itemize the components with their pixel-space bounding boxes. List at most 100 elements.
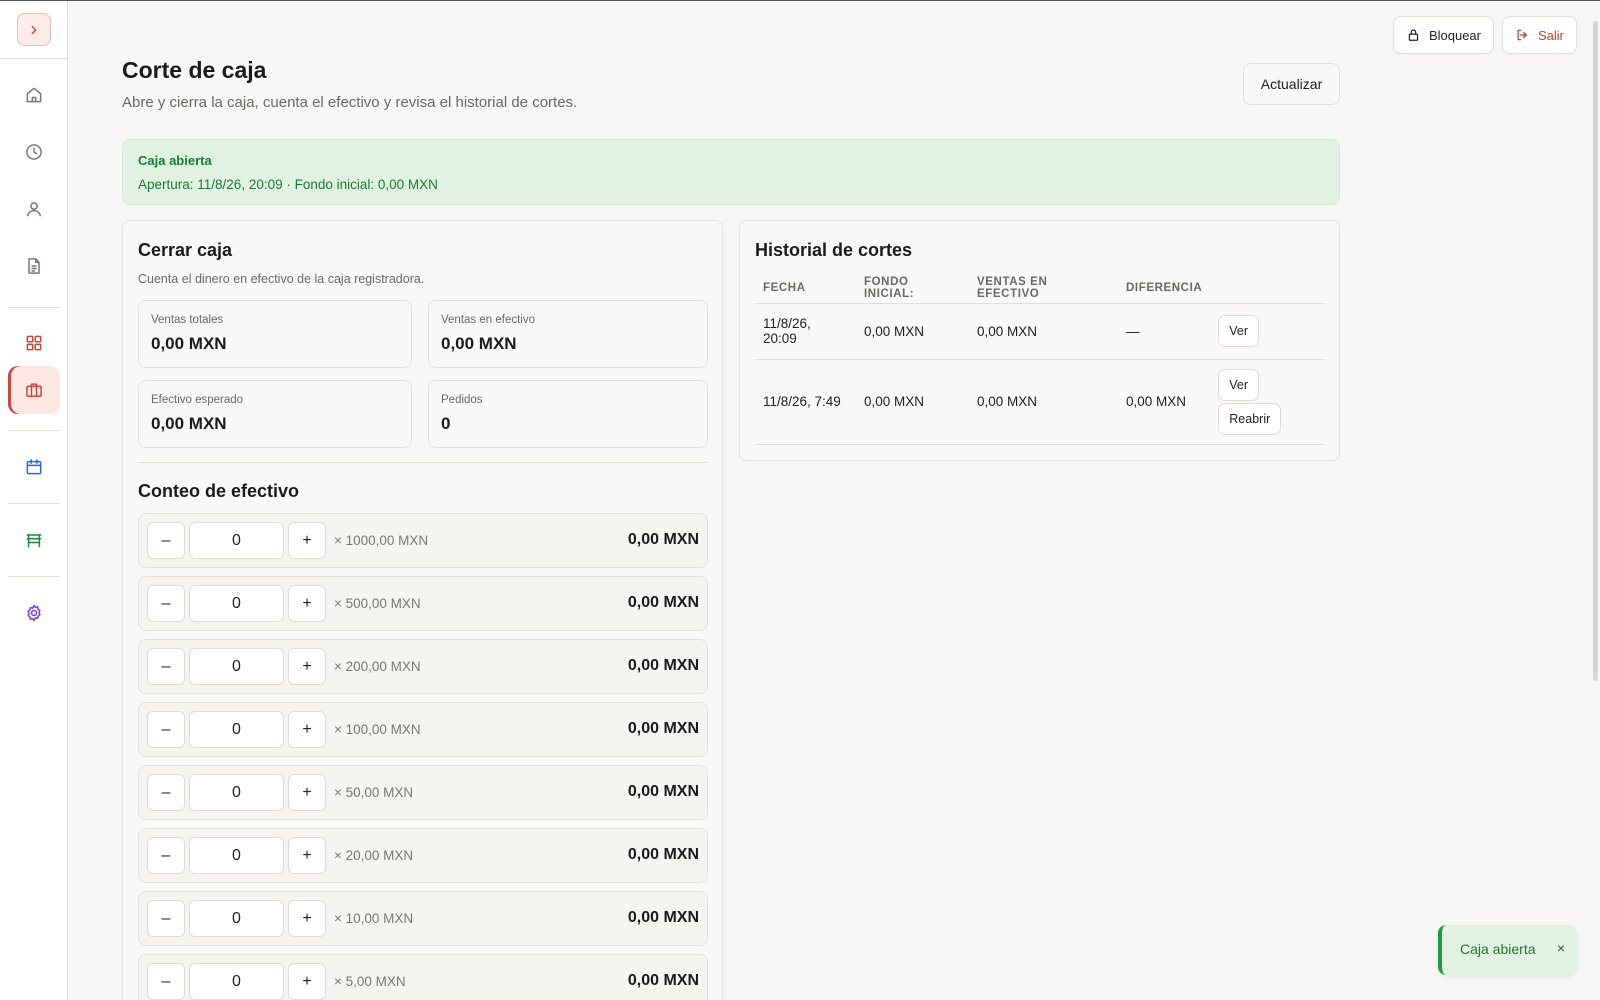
panel-title: Cerrar caja (138, 240, 233, 260)
logout-icon (1517, 29, 1527, 41)
sidebar-item-calendar[interactable] (10, 443, 58, 491)
home-icon (26, 87, 42, 103)
scrollbar-thumb[interactable] (1593, 21, 1598, 681)
denomination-row: – + × 10,00 MXN 0,00 MXN (138, 891, 708, 946)
denomination-total: 0,00 MXN (627, 972, 699, 989)
page-title: Corte de caja (122, 57, 267, 83)
stat-value: 0,00 MXN (151, 414, 227, 433)
decrement-button[interactable]: – (147, 711, 185, 748)
denomination-total: 0,00 MXN (627, 531, 699, 548)
cell-date: 11/8/26, 7:49 (755, 359, 856, 445)
cell-difference: 0,00 MXN (1118, 359, 1211, 445)
table-row: 11/8/26, 20:09 0,00 MXN 0,00 MXN — Ver (755, 303, 1325, 360)
reopen-button[interactable]: Reabrir (1218, 402, 1282, 435)
increment-button[interactable]: + (288, 585, 326, 622)
cell-initial-fund: 0,00 MXN (856, 303, 969, 360)
decrement-button[interactable]: – (147, 774, 185, 811)
user-icon (27, 202, 41, 217)
chevron-right-icon (31, 25, 37, 34)
quantity-input[interactable] (189, 900, 284, 937)
page-subtitle: Abre y cierra la caja, cuenta el efectiv… (122, 94, 578, 111)
stat-label: Pedidos (441, 394, 483, 406)
denomination-row: – + × 500,00 MXN 0,00 MXN (138, 576, 708, 631)
stat-value: 0,00 MXN (441, 334, 517, 353)
decrement-button[interactable]: – (147, 963, 185, 1000)
denomination-label: × 500,00 MXN (334, 596, 421, 611)
quantity-input[interactable] (189, 648, 284, 685)
close-register-panel: Cerrar caja Cuenta el dinero en efectivo… (122, 220, 723, 1000)
quantity-input[interactable] (189, 774, 284, 811)
view-button[interactable]: Ver (1218, 315, 1260, 347)
lock-button[interactable]: Bloquear (1393, 16, 1494, 54)
increment-button[interactable]: + (288, 774, 326, 811)
quantity-input[interactable] (189, 837, 284, 874)
decrement-button[interactable]: – (147, 837, 185, 874)
cash-count-title: Conteo de efectivo (138, 481, 300, 501)
quantity-input[interactable] (189, 522, 284, 559)
sidebar-divider (8, 576, 60, 577)
column-header: DIFERENCIA (1118, 273, 1211, 304)
denomination-row: – + × 5,00 MXN 0,00 MXN (138, 954, 708, 1000)
denomination-total: 0,00 MXN (627, 594, 699, 611)
denomination-total: 0,00 MXN (627, 657, 699, 674)
section-divider (138, 462, 708, 463)
denomination-total: 0,00 MXN (627, 909, 699, 926)
refresh-button[interactable]: Actualizar (1243, 63, 1340, 105)
increment-button[interactable]: + (288, 900, 326, 937)
stat-card: Ventas totales 0,00 MXN (138, 300, 412, 368)
quantity-input[interactable] (189, 585, 284, 622)
sidebar-item-user[interactable] (10, 185, 58, 233)
lock-label: Bloquear (1428, 27, 1481, 43)
stat-card: Efectivo esperado 0,00 MXN (138, 380, 412, 448)
clock-icon (26, 144, 42, 160)
column-header-actions (1210, 273, 1325, 304)
decrement-button[interactable]: – (147, 585, 185, 622)
cell-date: 11/8/26, 20:09 (755, 303, 856, 360)
denomination-label: × 5,00 MXN (334, 974, 406, 989)
sidebar-item-document[interactable] (10, 242, 58, 290)
briefcase-icon (26, 383, 42, 397)
quantity-input[interactable] (189, 711, 284, 748)
sidebar-item-tables[interactable] (10, 516, 58, 564)
cell-actions: Ver Reabrir (1210, 359, 1325, 445)
increment-button[interactable]: + (288, 648, 326, 685)
decrement-button[interactable]: – (147, 522, 185, 559)
close-icon[interactable]: × (1557, 940, 1565, 956)
denomination-row: – + × 20,00 MXN 0,00 MXN (138, 828, 708, 883)
history-title: Historial de cortes (755, 240, 913, 260)
denomination-total: 0,00 MXN (627, 720, 699, 737)
decrement-button[interactable]: – (147, 648, 185, 685)
increment-button[interactable]: + (288, 837, 326, 874)
document-icon (28, 258, 40, 274)
increment-button[interactable]: + (288, 963, 326, 1000)
toast-notification: Caja abierta × (1438, 925, 1577, 975)
denomination-row: – + × 1000,00 MXN 0,00 MXN (138, 513, 708, 568)
quantity-input[interactable] (189, 963, 284, 1000)
denomination-row: – + × 200,00 MXN 0,00 MXN (138, 639, 708, 694)
scrollbar[interactable] (1591, 1, 1600, 681)
decrement-button[interactable]: – (147, 900, 185, 937)
sidebar-item-settings[interactable] (10, 589, 58, 637)
date-text: 11/8/26, 20:09 (763, 316, 811, 346)
stat-value: 0,00 MXN (151, 334, 227, 353)
sidebar-item-dashboard[interactable] (10, 319, 58, 367)
sidebar-toggle-button[interactable] (17, 13, 51, 46)
denomination-label: × 10,00 MXN (334, 911, 414, 926)
column-header: FECHA (755, 273, 856, 304)
sidebar-item-cash-register[interactable] (8, 366, 60, 414)
denomination-row: – + × 100,00 MXN 0,00 MXN (138, 702, 708, 757)
view-button[interactable]: Ver (1218, 368, 1260, 401)
status-banner: Caja abierta Apertura: 11/8/26, 20:09 · … (122, 139, 1340, 205)
stat-label: Ventas totales (151, 314, 224, 326)
column-header: VENTAS EN EFECTIVO (969, 273, 1118, 304)
cell-actions: Ver (1210, 303, 1325, 360)
sidebar-item-history[interactable] (10, 128, 58, 176)
panel-description: Cuenta el dinero en efectivo de la caja … (138, 272, 425, 286)
denomination-label: × 100,00 MXN (334, 722, 421, 737)
increment-button[interactable]: + (288, 522, 326, 559)
stat-card: Pedidos 0 (428, 380, 708, 448)
increment-button[interactable]: + (288, 711, 326, 748)
cell-initial-fund: 0,00 MXN (856, 359, 969, 445)
exit-button[interactable]: Salir (1502, 16, 1577, 54)
sidebar-item-home[interactable] (10, 71, 58, 119)
